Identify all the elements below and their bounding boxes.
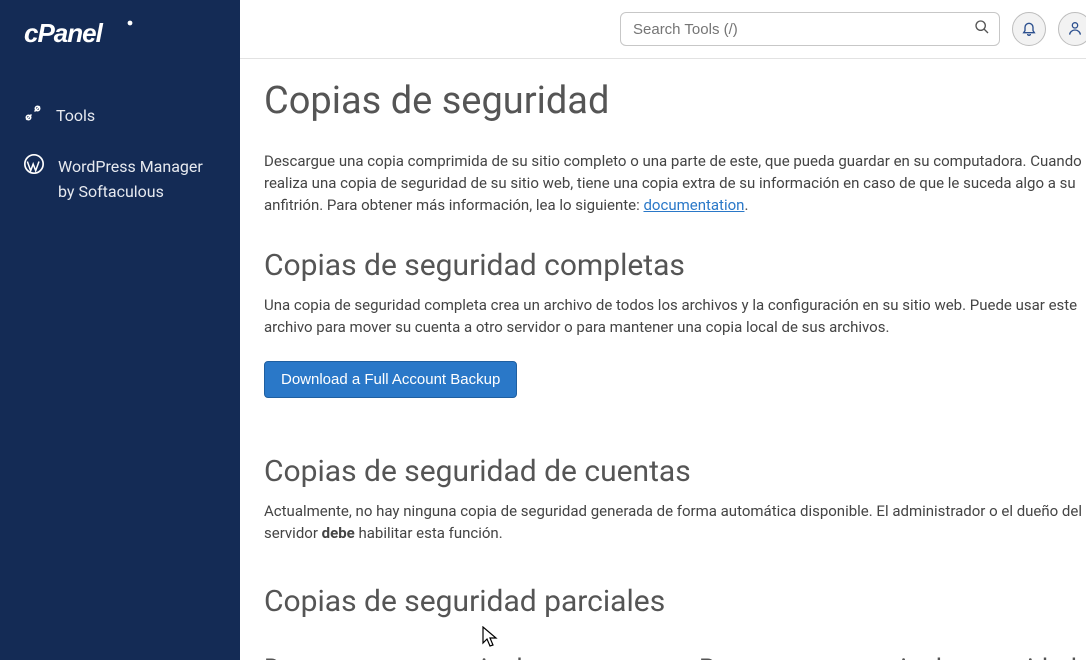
sidebar-item-wordpress-sub: by Softaculous — [0, 182, 240, 205]
sidebar-item-label: Tools — [56, 106, 95, 125]
cpanel-logo-icon: cPanel — [24, 18, 142, 48]
section-accounts-desc: Actualmente, no hay ninguna copia de seg… — [264, 501, 1084, 545]
section-partial-title: Copias de seguridad parciales — [264, 584, 1086, 619]
sidebar-item-label: WordPress Manager — [58, 157, 203, 176]
search-input[interactable] — [620, 12, 1000, 46]
sidebar-item-tools[interactable]: Tools — [0, 90, 240, 140]
tools-icon — [24, 104, 42, 126]
search-icon — [974, 19, 990, 39]
nav: Tools WordPress Manager by Softaculous — [0, 90, 240, 205]
topbar — [240, 0, 1086, 59]
sidebar: cPanel Tools WordPress Manager by Softac… — [0, 0, 240, 660]
user-icon — [1067, 20, 1083, 39]
wordpress-icon — [24, 154, 44, 178]
partial-col-download-title: Descargar una copia de seguridad del dir… — [264, 653, 651, 660]
intro-text: Descargue una copia comprimida de su sit… — [264, 151, 1084, 216]
bell-icon — [1021, 20, 1037, 39]
partial-col-download: Descargar una copia de seguridad del dir… — [264, 649, 651, 660]
section-full-title: Copias de seguridad completas — [264, 248, 1086, 283]
partial-col-restore: Restaure una copia de seguridad del dire… — [699, 649, 1086, 660]
sidebar-item-wordpress[interactable]: WordPress Manager — [0, 140, 240, 182]
partial-columns: Descargar una copia de seguridad del dir… — [264, 649, 1086, 660]
partial-col-restore-title: Restaure una copia de seguridad del dire… — [699, 653, 1086, 660]
notifications-button[interactable] — [1012, 12, 1046, 46]
section-accounts-title: Copias de seguridad de cuentas — [264, 454, 1086, 489]
page-title: Copias de seguridad — [264, 79, 1086, 123]
section-full-desc: Una copia de seguridad completa crea un … — [264, 295, 1084, 339]
search-wrap — [620, 12, 1000, 46]
user-button[interactable] — [1058, 12, 1086, 46]
svg-text:cPanel: cPanel — [24, 18, 104, 48]
content: Copias de seguridad Descargue una copia … — [240, 59, 1086, 660]
main: Copias de seguridad Descargue una copia … — [240, 0, 1086, 660]
download-full-backup-button[interactable]: Download a Full Account Backup — [264, 361, 517, 398]
documentation-link[interactable]: documentation — [643, 196, 744, 214]
logo[interactable]: cPanel — [0, 0, 240, 66]
